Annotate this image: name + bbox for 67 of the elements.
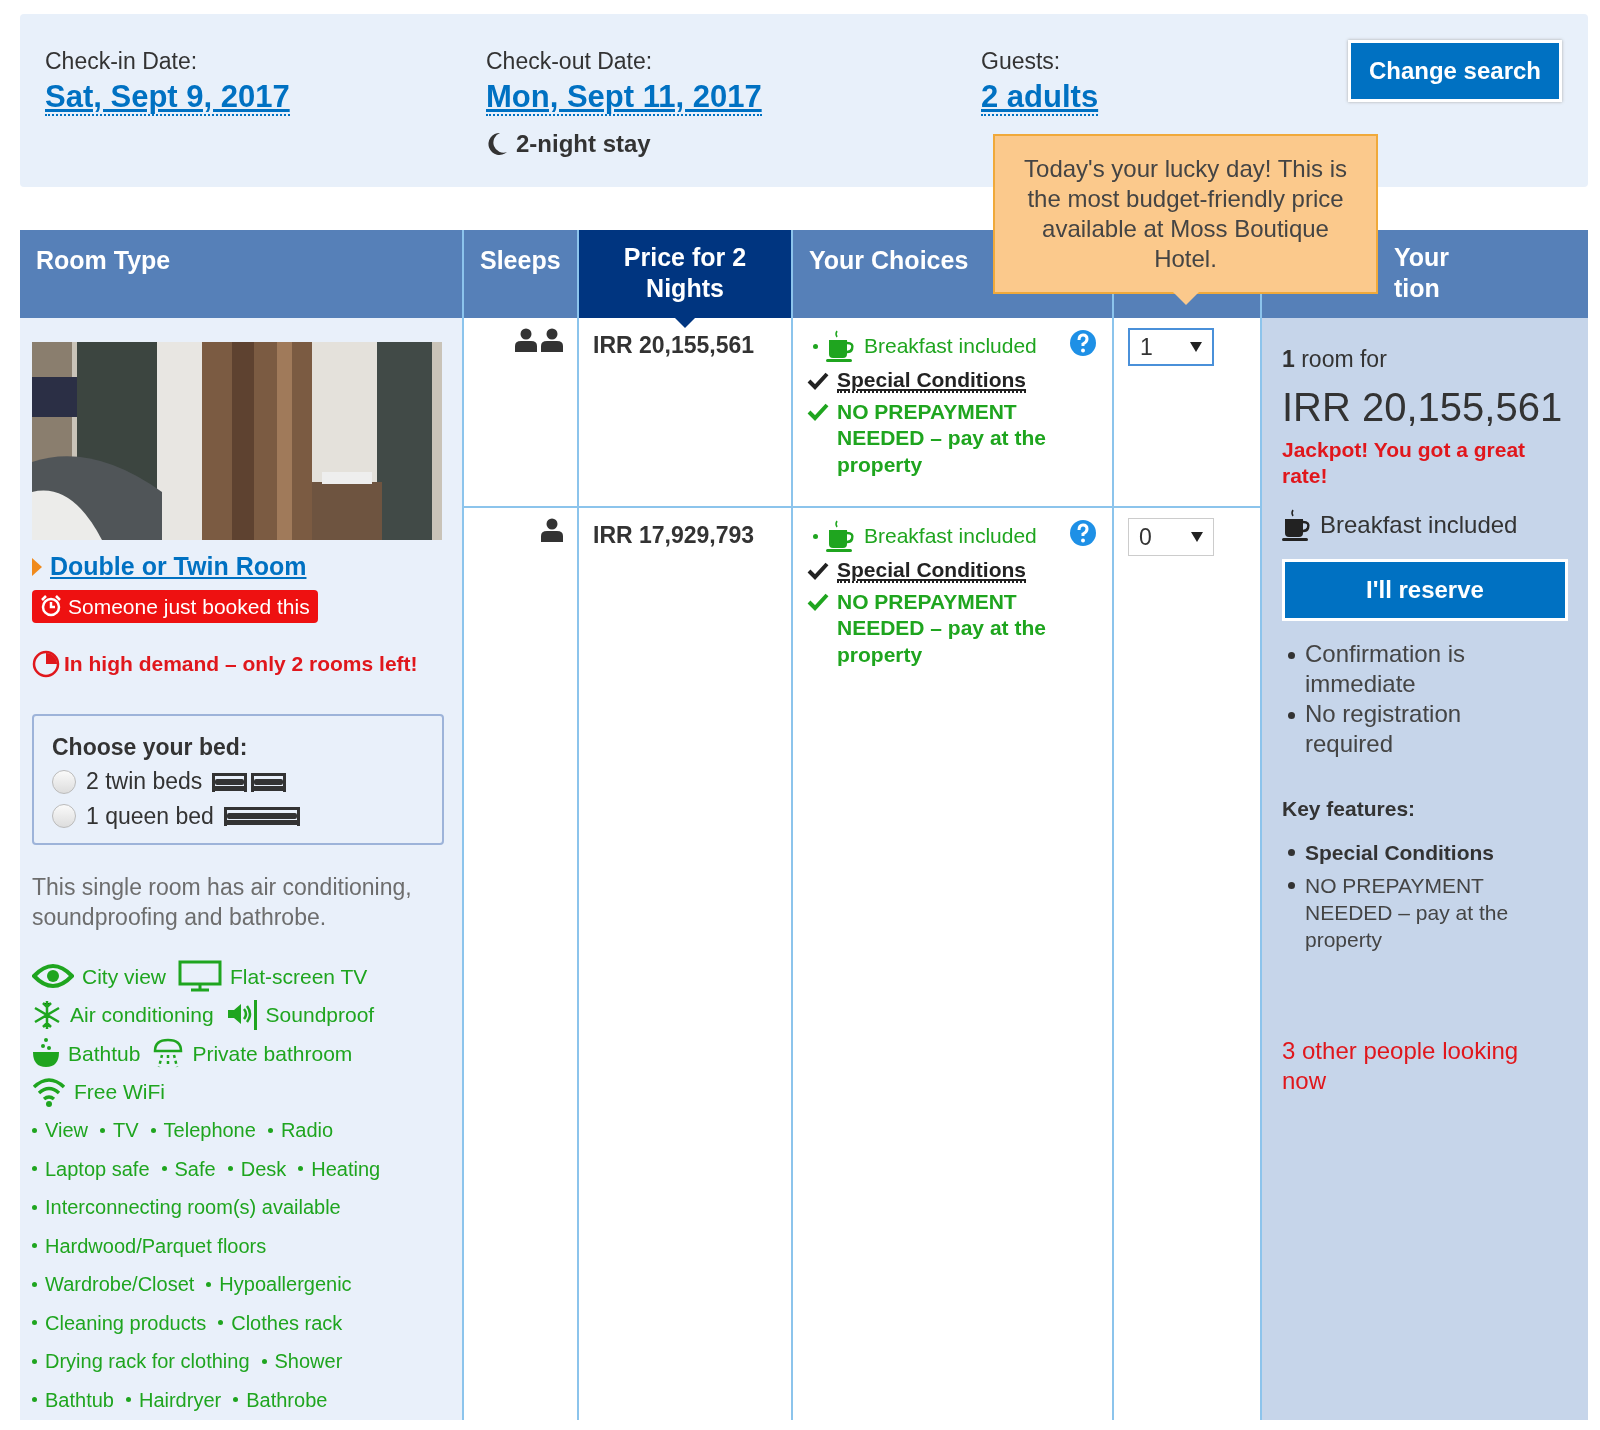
- facility-label: Bathtub: [68, 1040, 141, 1067]
- room-name-link[interactable]: Double or Twin Room: [50, 548, 307, 586]
- amenity-item: Bathrobe: [233, 1384, 328, 1415]
- benefit-item: Confirmation is immediate: [1282, 639, 1512, 699]
- amenity-item: Radio: [267, 1115, 334, 1146]
- feature-item: Special Conditions: [1282, 838, 1572, 866]
- reserve-button[interactable]: I'll reserve: [1282, 559, 1568, 621]
- key-features-title: Key features:: [1282, 796, 1417, 822]
- checkin-date-link[interactable]: Sat, Sept 9, 2017: [45, 78, 290, 117]
- amenity-item: Hardwood/Parquet floors: [32, 1230, 267, 1261]
- quantity-select[interactable]: 0: [1128, 518, 1214, 556]
- feature-item: NO PREPAYMENT NEEDED – pay at the property: [1282, 871, 1572, 954]
- stay-length: 2-night stay: [516, 129, 651, 160]
- amenity-item: Laptop safe: [32, 1153, 150, 1184]
- benefit-item: No registration required: [1282, 699, 1512, 759]
- total-price: IRR 20,155,561: [1282, 383, 1564, 431]
- prepayment-note: NO PREPAYMENT NEEDED – pay at the property: [837, 399, 1047, 478]
- conditions-link[interactable]: Special Conditions: [837, 558, 1027, 584]
- facility-label: Soundproof: [265, 1002, 375, 1029]
- guests-link[interactable]: 2 adults: [981, 78, 1099, 117]
- room-description: This single room has air conditioning, soundproofing and bathrobe.: [32, 873, 413, 933]
- amenity-item: View: [32, 1115, 88, 1146]
- breakfast-label: Breakfast included: [864, 523, 1037, 550]
- column-header-fragment: tion: [1394, 273, 1441, 305]
- amenity-item: Interconnecting room(s) available: [32, 1192, 341, 1223]
- facility-label: Free WiFi: [74, 1079, 165, 1106]
- guests-label: Guests:: [981, 47, 1062, 76]
- amenity-item: Desk: [227, 1153, 287, 1184]
- room-count-text: 1 room for: [1282, 345, 1388, 374]
- bed-option-label: 1 queen bed: [86, 801, 214, 831]
- conditions-link[interactable]: Special Conditions: [837, 368, 1027, 394]
- amenity-item: Shower: [261, 1346, 343, 1377]
- amenity-item: Heating: [298, 1153, 381, 1184]
- facility-label: City view: [82, 963, 166, 990]
- checkout-label: Check-out Date:: [486, 47, 654, 76]
- column-header: Room Type: [20, 230, 462, 318]
- facility-label: Private bathroom: [192, 1040, 353, 1067]
- amenity-item: Drying rack for clothing: [32, 1346, 250, 1377]
- bed-option-label: 2 twin beds: [86, 767, 203, 797]
- demand-warning: In high demand – only 2 rooms left!: [64, 651, 418, 678]
- facility-label: Flat-screen TV: [230, 963, 368, 990]
- checkin-label: Check-in Date:: [45, 47, 199, 76]
- price-text: IRR 17,929,793: [593, 522, 755, 548]
- amenity-item: Clothes rack: [218, 1307, 343, 1338]
- facility-label: Air conditioning: [70, 1002, 214, 1029]
- amenity-item: Telephone: [150, 1115, 256, 1146]
- bed-choice-title: Choose your bed:: [52, 732, 249, 762]
- price-text: IRR 20,155,561: [593, 332, 755, 358]
- checkout-date-link[interactable]: Mon, Sept 11, 2017: [486, 78, 762, 117]
- prepayment-note: NO PREPAYMENT NEEDED – pay at the property: [837, 589, 1047, 668]
- breakfast-label: Breakfast included: [1320, 510, 1518, 540]
- amenity-item: Wardrobe/Closet: [32, 1269, 195, 1300]
- promo-message: Jackpot! You got a great rate!: [1282, 436, 1527, 489]
- amenity-item: Hairdryer: [125, 1384, 222, 1415]
- watchers-note: 3 other people looking now: [1282, 1035, 1520, 1096]
- quantity-select[interactable]: 1: [1128, 328, 1214, 366]
- breakfast-label: Breakfast included: [864, 333, 1037, 360]
- tooltip: Today's your lucky day! This is the most budget-friendly price available at Moss Boutique Hotel.: [993, 134, 1378, 294]
- change-search-button[interactable]: Change search: [1347, 40, 1562, 102]
- amenity-item: Cleaning products: [32, 1307, 207, 1338]
- column-header: Sleeps: [462, 230, 577, 318]
- amenity-item: Bathtub: [32, 1384, 114, 1415]
- amenity-item: Safe: [161, 1153, 216, 1184]
- column-header-fragment: Your: [1394, 242, 1451, 273]
- booked-badge: Someone just booked this: [32, 589, 318, 623]
- amenity-item: TV: [100, 1115, 139, 1146]
- amenity-item: Hypoallergenic: [206, 1269, 352, 1300]
